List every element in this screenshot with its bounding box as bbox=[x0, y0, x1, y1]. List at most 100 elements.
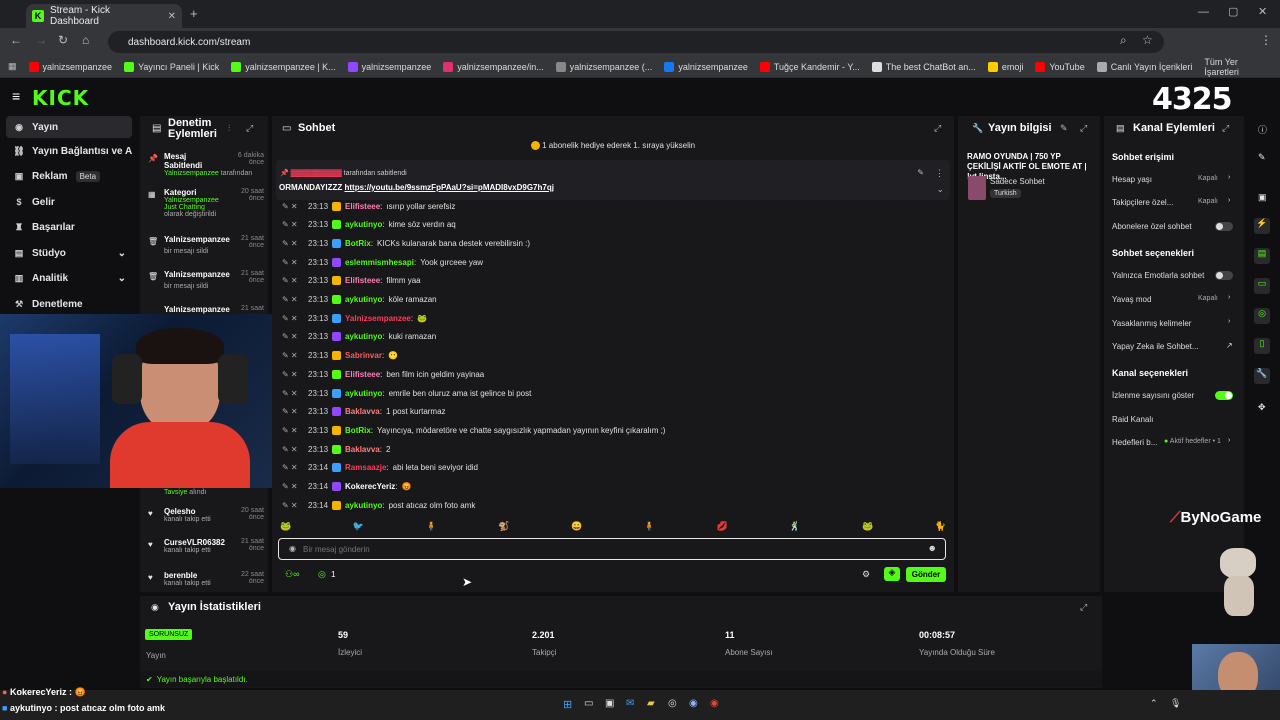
lightning-icon[interactable]: ⚡ bbox=[1254, 218, 1270, 234]
subs-only-toggle[interactable] bbox=[1215, 222, 1233, 231]
chat-input-field[interactable]: ◉ ☻ bbox=[278, 538, 946, 560]
hamburger-menu-icon[interactable]: ≡ bbox=[12, 88, 20, 104]
pinned-link[interactable]: https://youtu.be/9ssmzFpPAaU?si=pMADI8vx… bbox=[345, 183, 554, 192]
bookmark-item[interactable]: yalnizsempanzee/in... bbox=[443, 61, 544, 72]
emote-icon[interactable]: 🐸 bbox=[280, 521, 291, 535]
chat-username[interactable]: Baklavva bbox=[345, 407, 380, 416]
filter-icon[interactable]: ⫶ bbox=[228, 123, 230, 134]
mail-icon[interactable]: ✉ bbox=[626, 698, 634, 709]
show-viewers-toggle[interactable] bbox=[1215, 391, 1233, 400]
emote-icon[interactable]: 💋 bbox=[717, 521, 728, 535]
chat-message[interactable]: ✎ ✕ 23:13 aykutinyo: kime söz verdın aq bbox=[282, 216, 942, 234]
followers-only-label[interactable]: Takipçilere özel... bbox=[1112, 198, 1173, 207]
emote-icon[interactable]: 🐈 bbox=[935, 521, 946, 535]
bookmark-item[interactable]: Yayıncı Paneli | Kick bbox=[124, 61, 219, 72]
chat-username[interactable]: Elifisteee bbox=[345, 202, 380, 211]
chat-username[interactable]: Yalnizsempanzee bbox=[345, 314, 411, 323]
chat-message[interactable]: ✎ ✕ 23:13 Yalnizsempanzee: 🐸 bbox=[282, 309, 942, 327]
chat-message[interactable]: ✎ ✕ 23:13 Elifisteee: filmm yaa bbox=[282, 272, 942, 290]
chat-message[interactable]: ✎ ✕ 23:13 Elifisteee: ısırıp yollar serefsi… bbox=[282, 197, 942, 215]
followers-only-value[interactable]: Kapalı bbox=[1198, 198, 1218, 205]
mod-tools-icon[interactable]: ✎ ✕ bbox=[282, 501, 304, 510]
mod-tools-icon[interactable]: ✎ ✕ bbox=[282, 445, 304, 454]
chat-message[interactable]: ✎ ✕ 23:13 BotRix: KICKs kulanarak bana dest… bbox=[282, 234, 942, 252]
new-tab-icon[interactable]: + bbox=[190, 6, 198, 21]
chat-message[interactable]: ✎ ✕ 23:13 Baklavva:2 bbox=[282, 440, 942, 458]
chat-username[interactable]: aykutinyo bbox=[345, 295, 382, 304]
emote-icon[interactable]: 🐦 bbox=[353, 521, 364, 535]
app-icon[interactable]: ▣ bbox=[605, 698, 614, 709]
bookmark-item[interactable]: yalnizsempanzee bbox=[347, 61, 431, 72]
wrench-icon[interactable]: 🔧 bbox=[1254, 368, 1270, 384]
maximize-icon[interactable]: ▢ bbox=[1228, 5, 1238, 18]
chat-message[interactable]: ✎ ✕ 23:14 KokerecYeriz: 😡 bbox=[282, 478, 942, 496]
nav-item-denetleme[interactable]: ⚒ Denetleme bbox=[6, 293, 132, 315]
mod-tools-icon[interactable]: ✎ ✕ bbox=[282, 351, 304, 360]
mod-tools-icon[interactable]: ✎ ✕ bbox=[282, 295, 304, 304]
chat-username[interactable]: aykutinyo bbox=[345, 501, 382, 510]
chat-message[interactable]: ✎ ✕ 23:13 eslemmismhesapi: Yook gırceee yaw bbox=[282, 253, 942, 271]
mod-tools-icon[interactable]: ✎ ✕ bbox=[282, 239, 304, 248]
browser-tab[interactable]: K Stream - Kick Dashboard ✕ bbox=[26, 4, 182, 28]
bookmark-item[interactable]: The best ChatBot an... bbox=[871, 61, 976, 72]
minimize-icon[interactable]: — bbox=[1198, 6, 1209, 18]
chat-message[interactable]: ✎ ✕ 23:14 aykutinyo: post atıcaz olm foto a… bbox=[282, 496, 942, 514]
chat-message[interactable]: ✎ ✕ 23:14 Ramsaazje: abi leta beni seviyor … bbox=[282, 459, 942, 477]
kick-coin-icon[interactable]: ◈ bbox=[884, 567, 900, 581]
tablet-icon[interactable]: ▯ bbox=[1254, 338, 1270, 354]
bookmark-star-icon[interactable]: ☆ bbox=[1142, 33, 1153, 47]
close-window-icon[interactable]: ✕ bbox=[1258, 5, 1267, 18]
back-icon[interactable]: ← bbox=[10, 33, 22, 47]
emote-icon[interactable]: 🐸 bbox=[862, 521, 873, 535]
edit-icon[interactable]: ✎ bbox=[1258, 152, 1266, 163]
close-tab-icon[interactable]: ✕ bbox=[168, 11, 176, 22]
unpin-icon[interactable]: ✎ bbox=[917, 168, 924, 177]
chat-username[interactable]: Elifisteee bbox=[345, 276, 380, 285]
chat-message[interactable]: ✎ ✕ 23:13 BotRix: Yayıncıya, mödaretöre ve … bbox=[282, 421, 942, 439]
emote-icon[interactable]: 🕺 bbox=[789, 521, 800, 535]
chat-username[interactable]: BotRix bbox=[345, 426, 371, 435]
emote-icon[interactable]: 🧍 bbox=[426, 521, 437, 535]
chat-username[interactable]: aykutinyo bbox=[345, 332, 382, 341]
mod-tools-icon[interactable]: ✎ ✕ bbox=[282, 389, 304, 398]
emote-icon[interactable]: 🧍 bbox=[644, 521, 655, 535]
nav-item-stream-key[interactable]: ⛓ Yayın Bağlantısı ve Anahtarı bbox=[6, 140, 132, 162]
goals-label[interactable]: Hedefleri b... bbox=[1112, 438, 1157, 447]
menu-icon[interactable]: ⋮ bbox=[1260, 33, 1272, 47]
chat-settings-icon[interactable]: ⚙ bbox=[862, 569, 870, 580]
nav-item-studyo[interactable]: ▤ Stüdyo ⌄ bbox=[6, 242, 132, 264]
slow-mode-value[interactable]: Kapalı bbox=[1198, 295, 1218, 302]
start-icon[interactable]: ⊞ bbox=[563, 698, 572, 711]
info-icon[interactable]: ⓘ bbox=[1258, 123, 1267, 136]
account-age-value[interactable]: Kapalı bbox=[1198, 175, 1218, 182]
bookmark-item[interactable]: yalnizsempanzee (... bbox=[555, 61, 652, 72]
reload-icon[interactable]: ↻ bbox=[58, 33, 68, 47]
mod-tools-icon[interactable]: ✎ ✕ bbox=[282, 258, 304, 267]
tray-chevron-icon[interactable]: ⌃ bbox=[1150, 698, 1158, 709]
mod-tools-icon[interactable]: ✎ ✕ bbox=[282, 407, 304, 416]
chat-username[interactable]: KokerecYeriz bbox=[345, 482, 395, 491]
mod-tools-icon[interactable]: ✎ ✕ bbox=[282, 426, 304, 435]
chrome-icon[interactable]: ◉ bbox=[710, 698, 719, 709]
steam-icon[interactable]: ◉ bbox=[689, 698, 698, 709]
mod-tools-icon[interactable]: ✎ ✕ bbox=[282, 220, 304, 229]
folder-icon[interactable]: ▰ bbox=[647, 698, 655, 709]
chat-username[interactable]: Ramsaazje bbox=[345, 463, 386, 472]
chat-input[interactable] bbox=[303, 542, 903, 556]
ai-chat-label[interactable]: Yapay Zeka ile Sohbet... bbox=[1112, 342, 1199, 351]
nav-item-basarilar[interactable]: ♜ Başarılar bbox=[6, 216, 132, 238]
emote-icon[interactable]: 🐒 bbox=[498, 521, 509, 535]
emoji-picker-icon[interactable]: ☻ bbox=[928, 543, 937, 553]
chat-username[interactable]: Elifisteee bbox=[345, 370, 380, 379]
gift-banner[interactable]: 1 abonelik hediye ederek 1. sıraya yükse… bbox=[272, 141, 954, 157]
expand-icon[interactable]: ⤢ bbox=[1080, 123, 1087, 134]
bookmark-item[interactable]: emoji bbox=[987, 61, 1023, 72]
mod-tools-icon[interactable]: ✎ ✕ bbox=[282, 332, 304, 341]
chat-username[interactable]: aykutinyo bbox=[345, 389, 382, 398]
expand-icon[interactable]: ⤢ bbox=[1222, 123, 1229, 134]
edit-icon[interactable]: ✎ bbox=[1060, 123, 1068, 134]
zoom-icon[interactable]: ⌕ bbox=[1120, 33, 1127, 48]
users-icon[interactable]: ⚇∞ bbox=[285, 569, 299, 580]
mod-tools-icon[interactable]: ✎ ✕ bbox=[282, 314, 304, 323]
puzzle-icon[interactable]: ✥ bbox=[1258, 402, 1266, 413]
